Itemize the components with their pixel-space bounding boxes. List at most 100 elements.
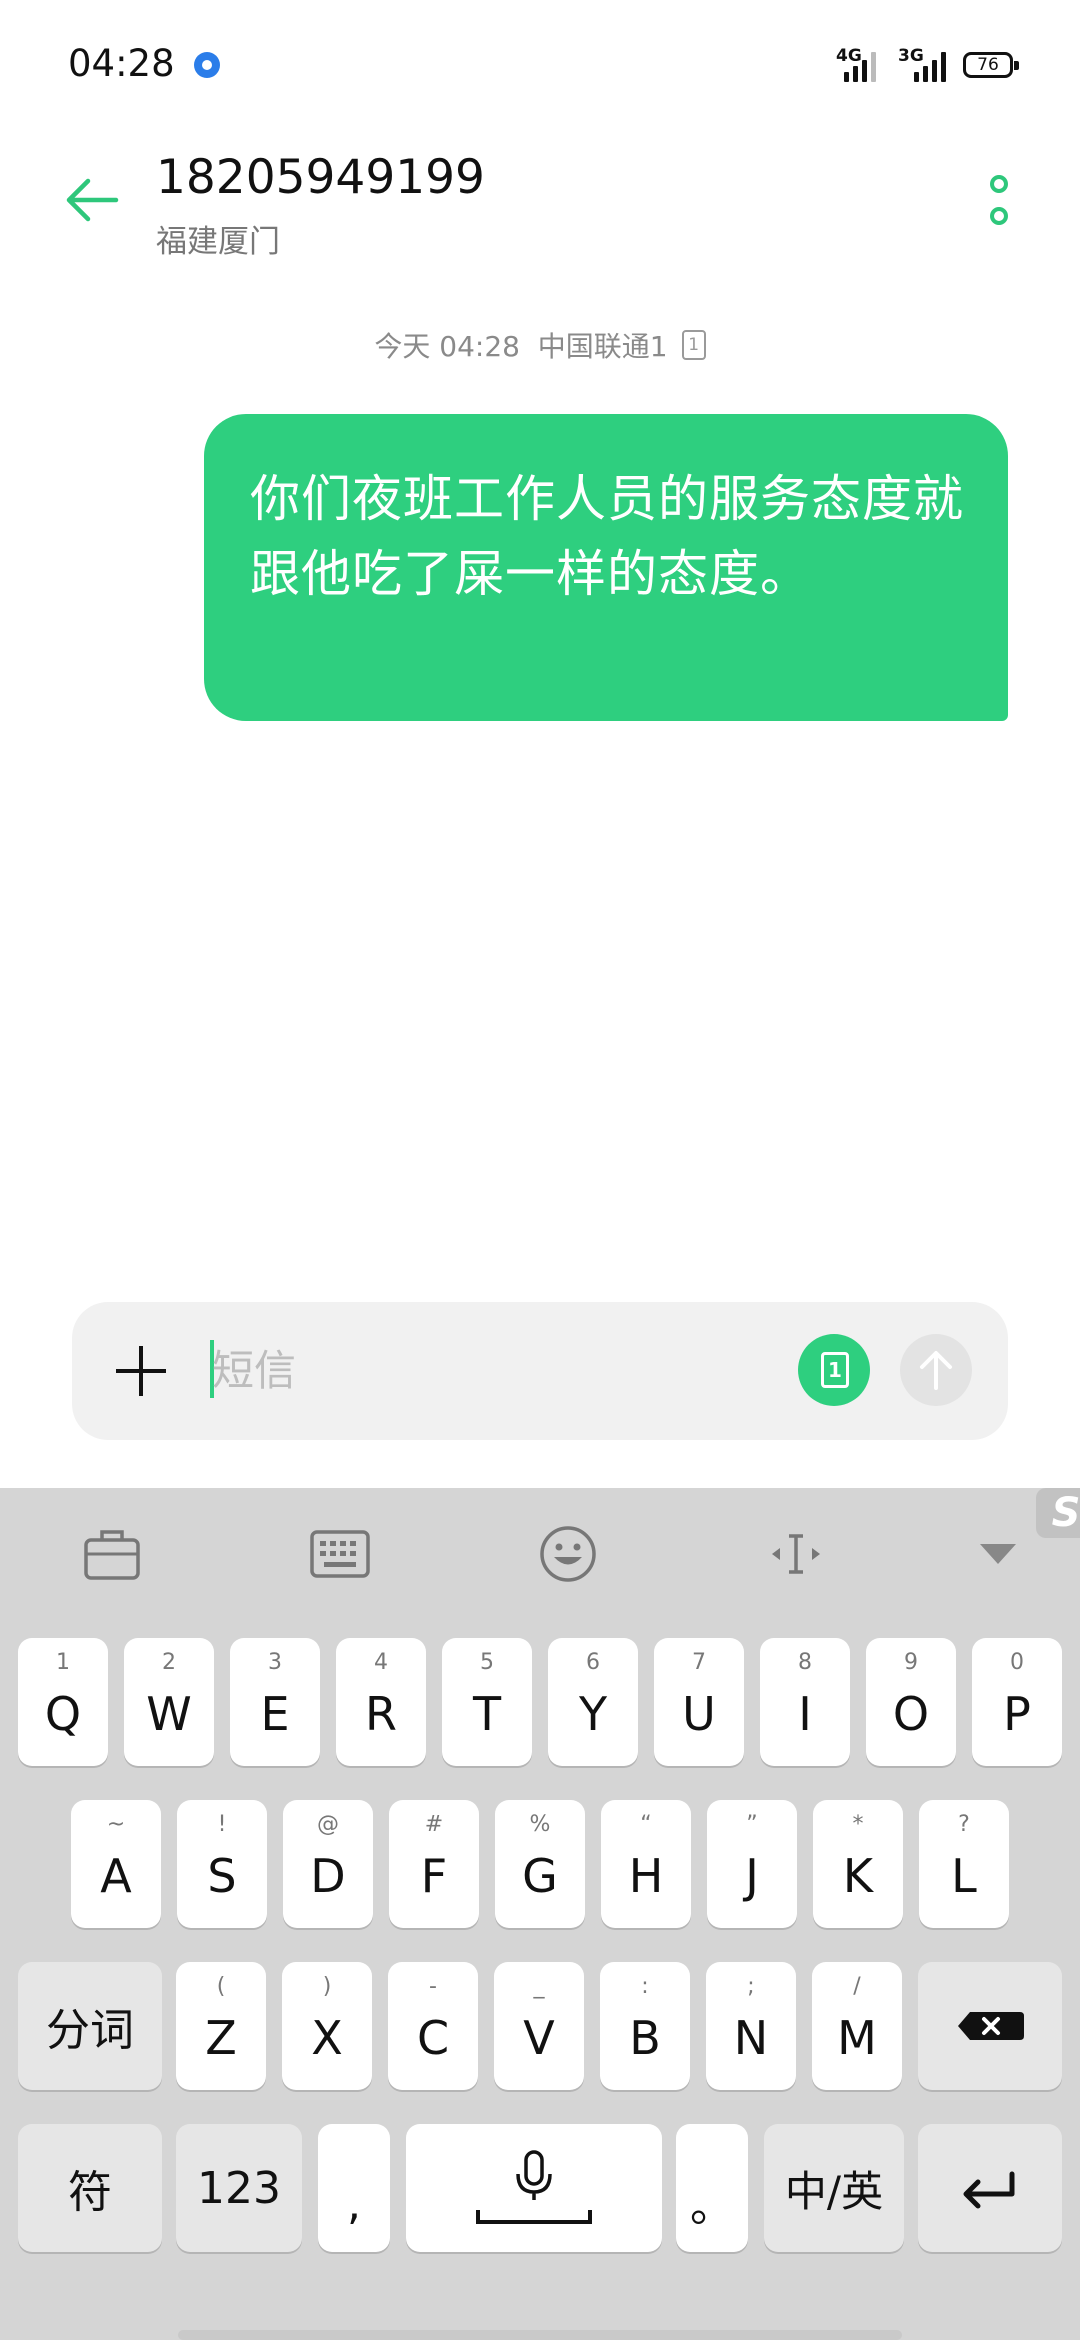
key-l[interactable]: ? L: [919, 1800, 1009, 1928]
key-hint: 8: [798, 1650, 812, 1675]
toolbox-icon[interactable]: [80, 1524, 144, 1584]
key-m[interactable]: / M: [812, 1962, 902, 2090]
key-h[interactable]: “H: [601, 1800, 691, 1928]
key-i[interactable]: 8I: [760, 1638, 850, 1766]
segment-key[interactable]: 分词: [18, 1962, 162, 2090]
add-attachment-button[interactable]: [116, 1346, 166, 1396]
key-s[interactable]: ! S: [177, 1800, 267, 1928]
key-label: V: [523, 2011, 555, 2065]
battery-level: 76: [977, 55, 999, 75]
comma-key[interactable]: ,: [318, 2124, 390, 2252]
key-t[interactable]: 5T: [442, 1638, 532, 1766]
collapse-keyboard-icon[interactable]: [966, 1524, 1030, 1584]
key-c[interactable]: -C: [388, 1962, 478, 2090]
contact-number: 18205949199: [156, 150, 485, 205]
key-q[interactable]: 1Q: [18, 1638, 108, 1766]
key-d[interactable]: @ D: [283, 1800, 373, 1928]
key-label: X: [311, 2011, 343, 2065]
navigation-handle[interactable]: [178, 2330, 902, 2340]
keyboard-switch-icon[interactable]: [308, 1524, 372, 1584]
key-x[interactable]: ) X: [282, 1962, 372, 2090]
sim-card-icon: 1: [821, 1352, 849, 1388]
key-label: N: [733, 2011, 769, 2065]
key-hint: 7: [692, 1650, 706, 1675]
symbol-key[interactable]: 符: [18, 2124, 162, 2252]
key-b[interactable]: :B: [600, 1962, 690, 2090]
key-hint: ”: [746, 1812, 758, 1837]
key-a[interactable]: ~ A: [71, 1800, 161, 1928]
key-v[interactable]: _ V: [494, 1962, 584, 2090]
key-label: A: [100, 1849, 132, 1903]
backspace-key[interactable]: [918, 1962, 1062, 2090]
key-label: H: [628, 1849, 664, 1903]
key-hint: %: [529, 1812, 551, 1837]
dot-icon: [990, 175, 1008, 193]
enter-key[interactable]: [918, 2124, 1062, 2252]
message-bubble-outgoing[interactable]: 你们夜班工作人员的服务态度就跟他吃了屎一样的态度。: [204, 414, 1008, 721]
key-o[interactable]: 9O: [866, 1638, 956, 1766]
carrier-name: 中国联通1: [537, 330, 668, 363]
keyboard-toolbar: S: [0, 1488, 1080, 1618]
send-button[interactable]: [900, 1334, 972, 1406]
key-hint: /: [853, 1974, 861, 1999]
composer-bar: 1: [72, 1302, 1008, 1440]
key-hint: #: [424, 1812, 444, 1837]
arrow-up-icon: [920, 1351, 952, 1390]
language-switch-key[interactable]: 中/英: [764, 2124, 904, 2252]
sms-input[interactable]: [212, 1332, 832, 1408]
signal-4g-icon: 4G: [826, 46, 882, 82]
key-hint: ): [322, 1974, 332, 1999]
microphone-icon: [476, 2150, 592, 2224]
battery-icon: 76: [963, 52, 1019, 78]
key-label: P: [1003, 1687, 1031, 1741]
arrow-left-icon: [66, 178, 119, 222]
key-n[interactable]: ; N: [706, 1962, 796, 2090]
dot-icon: [990, 207, 1008, 225]
key-hint: 0: [1010, 1650, 1024, 1675]
key-hint: “: [640, 1812, 652, 1837]
key-j[interactable]: ” J: [707, 1800, 797, 1928]
key-hint: 4: [374, 1650, 388, 1675]
key-label: C: [416, 2011, 450, 2065]
back-button[interactable]: [62, 175, 122, 225]
sim-select-button[interactable]: 1: [798, 1334, 870, 1406]
key-label: R: [365, 1687, 397, 1741]
key-hint: 3: [268, 1650, 282, 1675]
key-r[interactable]: 4R: [336, 1638, 426, 1766]
key-k[interactable]: * K: [813, 1800, 903, 1928]
signal-3g-icon: 3G: [898, 46, 954, 82]
status-time: 04:28: [68, 42, 175, 85]
key-hint: ;: [747, 1974, 755, 1999]
key-u[interactable]: 7U: [654, 1638, 744, 1766]
more-options-button[interactable]: [984, 175, 1014, 229]
cursor-move-icon[interactable]: [764, 1524, 828, 1584]
key-label: L: [951, 1849, 977, 1903]
keyboard: S 分词 符 123 , 。 中/英 1Q2W3E4R5T 6 Y 7 U 8 …: [0, 1488, 1080, 2340]
location-icon: [194, 52, 220, 78]
key-f[interactable]: # F: [389, 1800, 479, 1928]
space-key[interactable]: [406, 2124, 662, 2252]
emoji-icon[interactable]: [536, 1524, 600, 1584]
key-z[interactable]: (Z: [176, 1962, 266, 2090]
key-y[interactable]: 6Y: [548, 1638, 638, 1766]
key-hint: -: [429, 1974, 437, 1999]
key-label: T: [472, 1687, 502, 1741]
key-label: B: [629, 2011, 661, 2065]
timestamp-text: 今天 04:28: [374, 330, 520, 363]
key-label: Z: [205, 2011, 237, 2065]
key-hint: 6: [586, 1650, 600, 1675]
backspace-icon: [958, 2012, 1024, 2040]
key-p[interactable]: 0P: [972, 1638, 1062, 1766]
key-label: Y: [578, 1687, 608, 1741]
key-hint: @: [317, 1812, 339, 1837]
key-hint: :: [641, 1974, 649, 1999]
key-hint: *: [852, 1812, 864, 1837]
enter-icon: [963, 2171, 1015, 2209]
key-e[interactable]: 3E: [230, 1638, 320, 1766]
number-key[interactable]: 123: [176, 2124, 302, 2252]
key-label: I: [798, 1687, 812, 1741]
period-key[interactable]: 。: [676, 2124, 748, 2252]
key-w[interactable]: 2W: [124, 1638, 214, 1766]
key-label: D: [310, 1849, 346, 1903]
key-g[interactable]: % G: [495, 1800, 585, 1928]
